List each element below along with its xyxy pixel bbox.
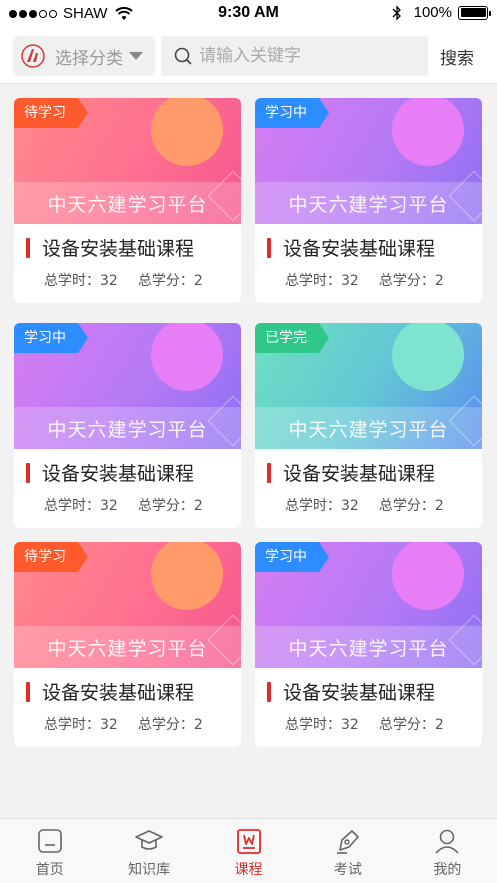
course-banner: 中天六建学习平台 学习中 xyxy=(255,542,482,668)
status-tag: 学习中 xyxy=(255,98,329,128)
course-hours: 总学时：32 xyxy=(285,498,359,514)
course-hours: 总学时：32 xyxy=(44,498,118,514)
category-label: 选择分类 xyxy=(55,48,123,69)
search-input[interactable] xyxy=(199,46,419,66)
course-card[interactable]: 中天六建学习平台 已学完 设备安装基础课程 总学时：32 总学分：2 xyxy=(255,323,482,528)
search-header: 选择分类 搜索 xyxy=(0,30,497,84)
search-button[interactable]: 搜索 xyxy=(440,44,474,69)
course-title: 设备安装基础课程 xyxy=(42,463,195,485)
bottom-tab-bar: 首页 知识库 课程 考试 我的 xyxy=(0,818,497,883)
tab-home[interactable]: 首页 xyxy=(0,819,99,883)
course-card[interactable]: 中天六建学习平台 待学习 设备安装基础课程 总学时：32 总学分：2 xyxy=(14,98,241,303)
status-tag: 待学习 xyxy=(14,542,88,572)
status-tag: 已学完 xyxy=(255,323,329,353)
banner-text: 中天六建学习平台 xyxy=(47,193,208,216)
status-tag: 学习中 xyxy=(14,323,88,353)
course-banner: 中天六建学习平台 学习中 xyxy=(255,98,482,224)
status-bar: SHAW 9:30 AM 100% xyxy=(0,0,497,30)
banner-text: 中天六建学习平台 xyxy=(288,193,449,216)
exam-pen-icon xyxy=(336,830,359,854)
course-card[interactable]: 中天六建学习平台 学习中 设备安装基础课程 总学时：32 总学分：2 xyxy=(14,323,241,528)
course-hours: 总学时：32 xyxy=(44,273,118,289)
course-credits: 总学分：2 xyxy=(137,717,203,733)
course-card[interactable]: 中天六建学习平台 学习中 设备安装基础课程 总学时：32 总学分：2 xyxy=(255,542,482,747)
search-box[interactable] xyxy=(161,36,428,76)
course-card[interactable]: 中天六建学习平台 学习中 设备安装基础课程 总学时：32 总学分：2 xyxy=(255,98,482,303)
battery-percent: 100% xyxy=(413,4,452,21)
course-hours: 总学时：32 xyxy=(285,273,359,289)
course-card[interactable]: 中天六建学习平台 待学习 设备安装基础课程 总学时：32 总学分：2 xyxy=(14,542,241,747)
search-icon xyxy=(174,47,192,65)
course-banner: 中天六建学习平台 待学习 xyxy=(14,98,241,224)
graduation-cap-icon xyxy=(135,830,163,850)
tab-profile[interactable]: 我的 xyxy=(398,819,497,883)
course-credits: 总学分：2 xyxy=(378,498,444,514)
status-tag: 学习中 xyxy=(255,542,329,572)
status-right: 100% xyxy=(392,4,491,21)
bluetooth-icon xyxy=(392,4,401,21)
banner-text: 中天六建学习平台 xyxy=(288,418,449,441)
course-credits: 总学分：2 xyxy=(137,273,203,289)
course-title: 设备安装基础课程 xyxy=(283,238,436,260)
course-book-icon xyxy=(236,829,261,854)
brand-logo-icon xyxy=(21,44,45,68)
banner-text: 中天六建学习平台 xyxy=(47,637,208,660)
course-credits: 总学分：2 xyxy=(378,717,444,733)
tab-knowledge[interactable]: 知识库 xyxy=(99,819,198,883)
battery-icon xyxy=(458,5,491,20)
course-banner: 中天六建学习平台 已学完 xyxy=(255,323,482,449)
status-tag: 待学习 xyxy=(14,98,88,128)
profile-icon xyxy=(435,829,459,854)
course-banner: 中天六建学习平台 学习中 xyxy=(14,323,241,449)
course-title: 设备安装基础课程 xyxy=(283,682,436,704)
course-hours: 总学时：32 xyxy=(285,717,359,733)
tab-exam[interactable]: 考试 xyxy=(298,819,397,883)
course-title: 设备安装基础课程 xyxy=(283,463,436,485)
course-credits: 总学分：2 xyxy=(137,498,203,514)
course-title: 设备安装基础课程 xyxy=(42,682,195,704)
chevron-down-icon xyxy=(129,52,143,60)
tab-courses[interactable]: 课程 xyxy=(199,819,298,883)
home-icon xyxy=(37,829,62,853)
course-title: 设备安装基础课程 xyxy=(42,238,195,260)
course-banner: 中天六建学习平台 待学习 xyxy=(14,542,241,668)
course-credits: 总学分：2 xyxy=(378,273,444,289)
category-selector[interactable]: 选择分类 xyxy=(13,36,155,76)
banner-text: 中天六建学习平台 xyxy=(47,418,208,441)
banner-text: 中天六建学习平台 xyxy=(288,637,449,660)
course-hours: 总学时：32 xyxy=(44,717,118,733)
